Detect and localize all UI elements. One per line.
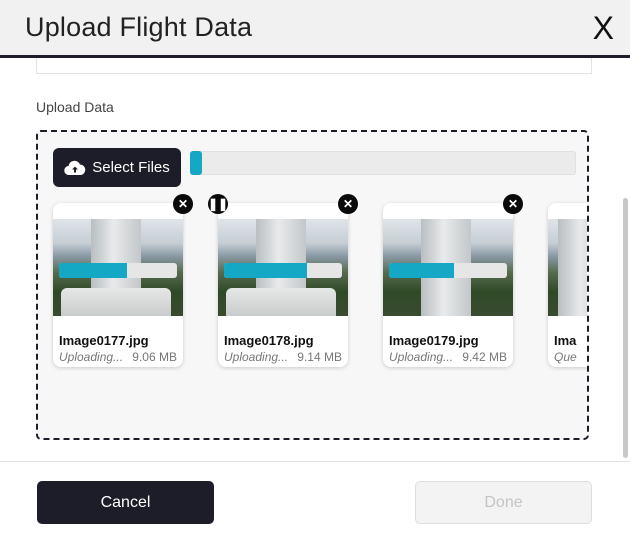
upload-data-label: Upload Data <box>36 99 114 115</box>
file-status: Uploading... <box>389 350 454 364</box>
close-icon[interactable]: X <box>593 10 614 47</box>
file-size: 9.42 MB <box>462 350 507 364</box>
file-size: 9.06 MB <box>132 350 177 364</box>
remove-file-icon[interactable]: ✕ <box>173 194 193 214</box>
file-name: Image0177.jpg <box>59 333 149 348</box>
previous-field[interactable] <box>36 58 592 74</box>
overall-progress-fill <box>190 151 202 175</box>
upload-dropzone[interactable]: Select Files Image0177.jpg Uploading... … <box>36 130 589 440</box>
file-progress-fill <box>59 263 128 278</box>
file-progress-fill <box>389 263 454 278</box>
remove-file-icon[interactable]: ✕ <box>503 194 523 214</box>
file-card: Image0177.jpg Uploading... 9.06 MB <box>53 203 183 367</box>
dialog-title: Upload Flight Data <box>25 12 253 42</box>
pause-icon[interactable]: ❚❚ <box>208 194 228 214</box>
file-name: Image0178.jpg <box>224 333 314 348</box>
file-card: Image0179.jpg Uploading... 9.42 MB <box>383 203 513 367</box>
cancel-button[interactable]: Cancel <box>37 481 214 524</box>
file-status: Uploading... <box>59 350 124 364</box>
file-progress-bar <box>59 263 177 278</box>
file-card: Ima Que <box>548 203 587 367</box>
file-name: Image0179.jpg <box>389 333 479 348</box>
select-files-label: Select Files <box>92 159 170 176</box>
file-status: Uploading... <box>224 350 289 364</box>
dialog-footer: Cancel Done <box>0 461 630 542</box>
dialog-content: Upload Data Select Files Image0177.jpg U… <box>0 58 630 461</box>
scrollbar[interactable] <box>623 198 628 458</box>
file-progress-fill <box>224 263 307 278</box>
dialog-header: Upload Flight Data X <box>0 0 630 58</box>
done-button[interactable]: Done <box>415 481 592 524</box>
file-name: Ima <box>554 333 577 348</box>
file-status: Que <box>554 350 577 364</box>
file-progress-bar <box>224 263 342 278</box>
remove-file-icon[interactable]: ✕ <box>338 194 358 214</box>
file-thumbnail <box>548 219 587 316</box>
cloud-upload-icon <box>64 160 86 175</box>
file-card: Image0178.jpg Uploading... 9.14 MB <box>218 203 348 367</box>
file-progress-bar <box>389 263 507 278</box>
file-size: 9.14 MB <box>297 350 342 364</box>
overall-progress-bar <box>190 151 576 175</box>
select-files-button[interactable]: Select Files <box>53 148 181 187</box>
